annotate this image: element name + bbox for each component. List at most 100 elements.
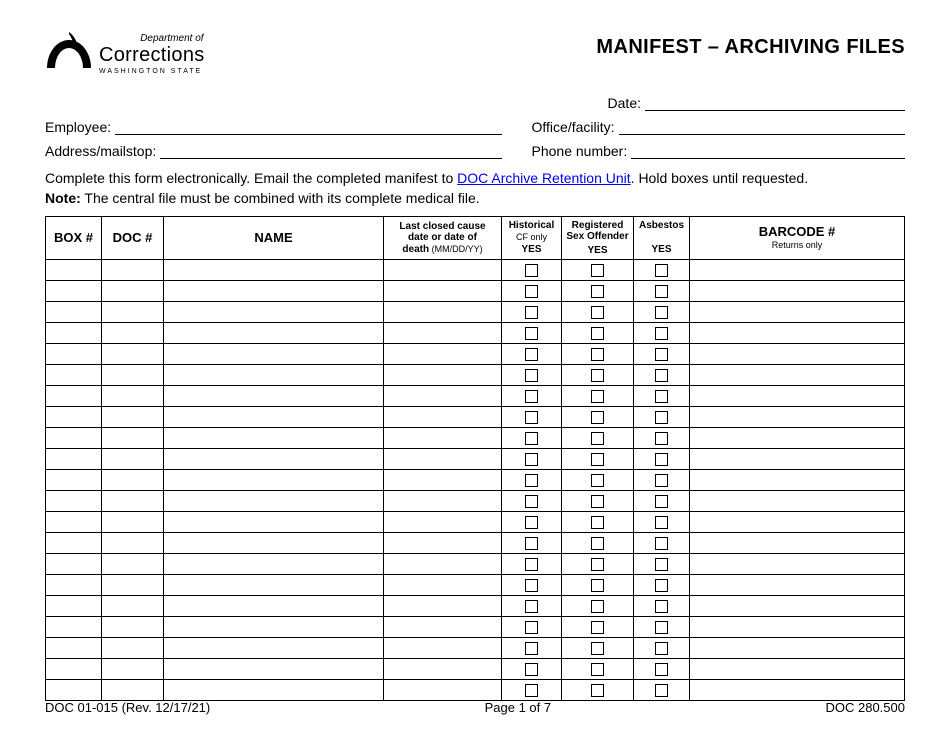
checkbox-cell[interactable] — [634, 617, 690, 638]
checkbox-cell[interactable] — [502, 407, 562, 428]
checkbox-cell[interactable] — [502, 470, 562, 491]
checkbox-cell[interactable] — [634, 281, 690, 302]
checkbox-cell[interactable] — [502, 386, 562, 407]
checkbox-icon[interactable] — [591, 600, 604, 613]
text-cell[interactable] — [102, 386, 164, 407]
checkbox-icon[interactable] — [525, 264, 538, 277]
text-cell[interactable] — [102, 449, 164, 470]
checkbox-icon[interactable] — [591, 453, 604, 466]
text-cell[interactable] — [164, 281, 384, 302]
text-cell[interactable] — [690, 302, 905, 323]
text-cell[interactable] — [102, 323, 164, 344]
checkbox-icon[interactable] — [655, 558, 668, 571]
checkbox-icon[interactable] — [591, 516, 604, 529]
checkbox-icon[interactable] — [655, 264, 668, 277]
checkbox-cell[interactable] — [634, 638, 690, 659]
checkbox-icon[interactable] — [525, 306, 538, 319]
address-input[interactable] — [160, 141, 501, 159]
checkbox-cell[interactable] — [502, 596, 562, 617]
text-cell[interactable] — [46, 638, 102, 659]
text-cell[interactable] — [690, 470, 905, 491]
text-cell[interactable] — [690, 680, 905, 701]
checkbox-icon[interactable] — [525, 411, 538, 424]
checkbox-cell[interactable] — [562, 323, 634, 344]
text-cell[interactable] — [46, 596, 102, 617]
checkbox-icon[interactable] — [525, 495, 538, 508]
text-cell[interactable] — [46, 365, 102, 386]
text-cell[interactable] — [384, 407, 502, 428]
text-cell[interactable] — [384, 260, 502, 281]
checkbox-cell[interactable] — [634, 449, 690, 470]
checkbox-cell[interactable] — [502, 302, 562, 323]
text-cell[interactable] — [164, 554, 384, 575]
text-cell[interactable] — [690, 365, 905, 386]
text-cell[interactable] — [164, 617, 384, 638]
text-cell[interactable] — [164, 596, 384, 617]
checkbox-icon[interactable] — [591, 306, 604, 319]
text-cell[interactable] — [690, 491, 905, 512]
text-cell[interactable] — [164, 323, 384, 344]
checkbox-icon[interactable] — [525, 453, 538, 466]
text-cell[interactable] — [690, 386, 905, 407]
text-cell[interactable] — [690, 428, 905, 449]
checkbox-cell[interactable] — [562, 554, 634, 575]
checkbox-cell[interactable] — [562, 575, 634, 596]
text-cell[interactable] — [690, 407, 905, 428]
text-cell[interactable] — [384, 554, 502, 575]
checkbox-icon[interactable] — [655, 369, 668, 382]
checkbox-icon[interactable] — [655, 621, 668, 634]
checkbox-cell[interactable] — [634, 512, 690, 533]
checkbox-cell[interactable] — [634, 344, 690, 365]
checkbox-icon[interactable] — [591, 390, 604, 403]
text-cell[interactable] — [164, 407, 384, 428]
checkbox-cell[interactable] — [634, 323, 690, 344]
employee-input[interactable] — [115, 117, 501, 135]
text-cell[interactable] — [384, 575, 502, 596]
checkbox-icon[interactable] — [655, 306, 668, 319]
checkbox-cell[interactable] — [502, 344, 562, 365]
text-cell[interactable] — [384, 512, 502, 533]
checkbox-icon[interactable] — [655, 642, 668, 655]
checkbox-icon[interactable] — [525, 621, 538, 634]
checkbox-cell[interactable] — [634, 533, 690, 554]
office-input[interactable] — [619, 117, 906, 135]
checkbox-icon[interactable] — [591, 621, 604, 634]
checkbox-icon[interactable] — [525, 432, 538, 445]
text-cell[interactable] — [102, 659, 164, 680]
checkbox-cell[interactable] — [562, 596, 634, 617]
checkbox-cell[interactable] — [634, 302, 690, 323]
text-cell[interactable] — [164, 386, 384, 407]
checkbox-icon[interactable] — [525, 600, 538, 613]
checkbox-icon[interactable] — [655, 516, 668, 529]
checkbox-icon[interactable] — [591, 285, 604, 298]
text-cell[interactable] — [690, 323, 905, 344]
checkbox-cell[interactable] — [502, 281, 562, 302]
phone-input[interactable] — [631, 141, 905, 159]
text-cell[interactable] — [46, 680, 102, 701]
text-cell[interactable] — [102, 533, 164, 554]
text-cell[interactable] — [384, 449, 502, 470]
checkbox-icon[interactable] — [655, 348, 668, 361]
text-cell[interactable] — [384, 344, 502, 365]
checkbox-icon[interactable] — [591, 432, 604, 445]
checkbox-icon[interactable] — [525, 663, 538, 676]
checkbox-cell[interactable] — [502, 554, 562, 575]
text-cell[interactable] — [102, 491, 164, 512]
text-cell[interactable] — [690, 617, 905, 638]
checkbox-icon[interactable] — [525, 369, 538, 382]
text-cell[interactable] — [46, 512, 102, 533]
text-cell[interactable] — [46, 659, 102, 680]
checkbox-cell[interactable] — [502, 638, 562, 659]
text-cell[interactable] — [164, 659, 384, 680]
checkbox-cell[interactable] — [634, 386, 690, 407]
checkbox-cell[interactable] — [634, 407, 690, 428]
checkbox-cell[interactable] — [562, 365, 634, 386]
checkbox-cell[interactable] — [502, 365, 562, 386]
text-cell[interactable] — [164, 575, 384, 596]
checkbox-cell[interactable] — [562, 449, 634, 470]
text-cell[interactable] — [384, 596, 502, 617]
text-cell[interactable] — [46, 533, 102, 554]
text-cell[interactable] — [384, 533, 502, 554]
text-cell[interactable] — [690, 512, 905, 533]
text-cell[interactable] — [46, 449, 102, 470]
